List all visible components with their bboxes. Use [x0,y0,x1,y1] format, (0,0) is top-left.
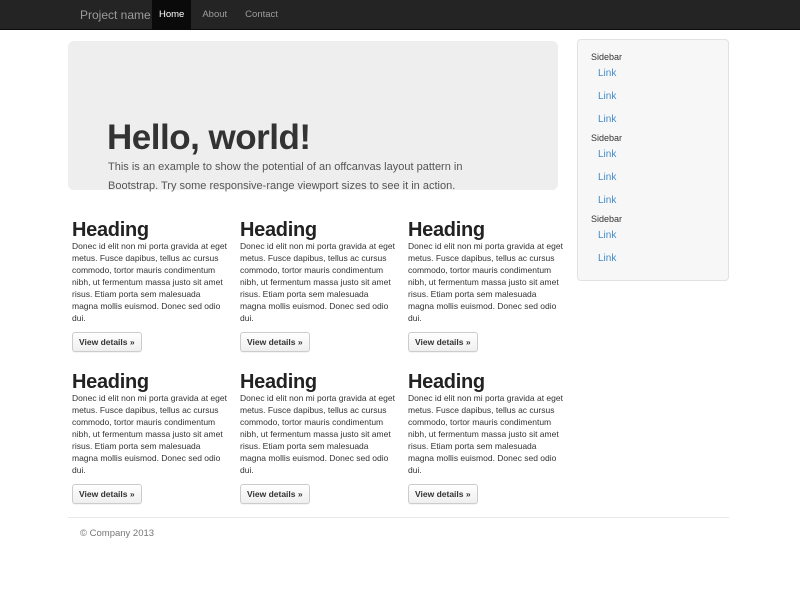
copyright-text: © Company 2013 [80,528,729,540]
nav-item-home[interactable]: Home [152,0,191,30]
card-heading: Heading [72,220,232,240]
navbar-menu: Home About Contact [152,0,285,30]
card-heading: Heading [72,372,232,392]
view-details-button[interactable]: View details » [408,332,478,352]
content-card: Heading Donec id elit non mi porta gravi… [240,372,400,504]
content-card: Heading Donec id elit non mi porta gravi… [408,220,568,352]
top-navbar: Project name Home About Contact [0,0,800,30]
sidebar-link[interactable]: Link [591,108,715,131]
jumbotron-description: This is an example to show the potential… [108,158,532,195]
view-details-button[interactable]: View details » [240,484,310,504]
card-body-text: Donec id elit non mi porta gravida at eg… [408,240,574,324]
card-heading: Heading [240,220,400,240]
card-heading: Heading [408,220,568,240]
card-heading: Heading [240,372,400,392]
sidebar-group-title: Sidebar [591,214,715,224]
view-details-button[interactable]: View details » [408,484,478,504]
nav-item-contact[interactable]: Contact [238,0,285,30]
sidebar-link[interactable]: Link [591,247,715,270]
sidebar-well: Sidebar Link Link Link Sidebar Link Link… [577,39,729,281]
content-card: Heading Donec id elit non mi porta gravi… [408,372,568,504]
view-details-button[interactable]: View details » [72,484,142,504]
content-card: Heading Donec id elit non mi porta gravi… [72,372,232,504]
sidebar-link[interactable]: Link [591,62,715,85]
view-details-button[interactable]: View details » [240,332,310,352]
brand-link[interactable]: Project name [80,0,151,30]
content-card: Heading Donec id elit non mi porta gravi… [240,220,400,352]
sidebar-link[interactable]: Link [591,85,715,108]
nav-item-about[interactable]: About [195,0,234,30]
card-body-text: Donec id elit non mi porta gravida at eg… [72,240,238,324]
sidebar-group-title: Sidebar [591,52,715,62]
card-heading: Heading [408,372,568,392]
card-body-text: Donec id elit non mi porta gravida at eg… [72,392,238,476]
card-body-text: Donec id elit non mi porta gravida at eg… [408,392,574,476]
card-body-text: Donec id elit non mi porta gravida at eg… [240,240,406,324]
card-body-text: Donec id elit non mi porta gravida at eg… [240,392,406,476]
sidebar-link[interactable]: Link [591,189,715,212]
view-details-button[interactable]: View details » [72,332,142,352]
sidebar-link[interactable]: Link [591,166,715,189]
page-title: Hello, world! [107,120,311,155]
sidebar-group-title: Sidebar [591,133,715,143]
sidebar-link[interactable]: Link [591,143,715,166]
page-footer: © Company 2013 [68,517,729,540]
jumbotron: Hello, world! This is an example to show… [68,41,558,190]
sidebar-link[interactable]: Link [591,224,715,247]
content-card: Heading Donec id elit non mi porta gravi… [72,220,232,352]
